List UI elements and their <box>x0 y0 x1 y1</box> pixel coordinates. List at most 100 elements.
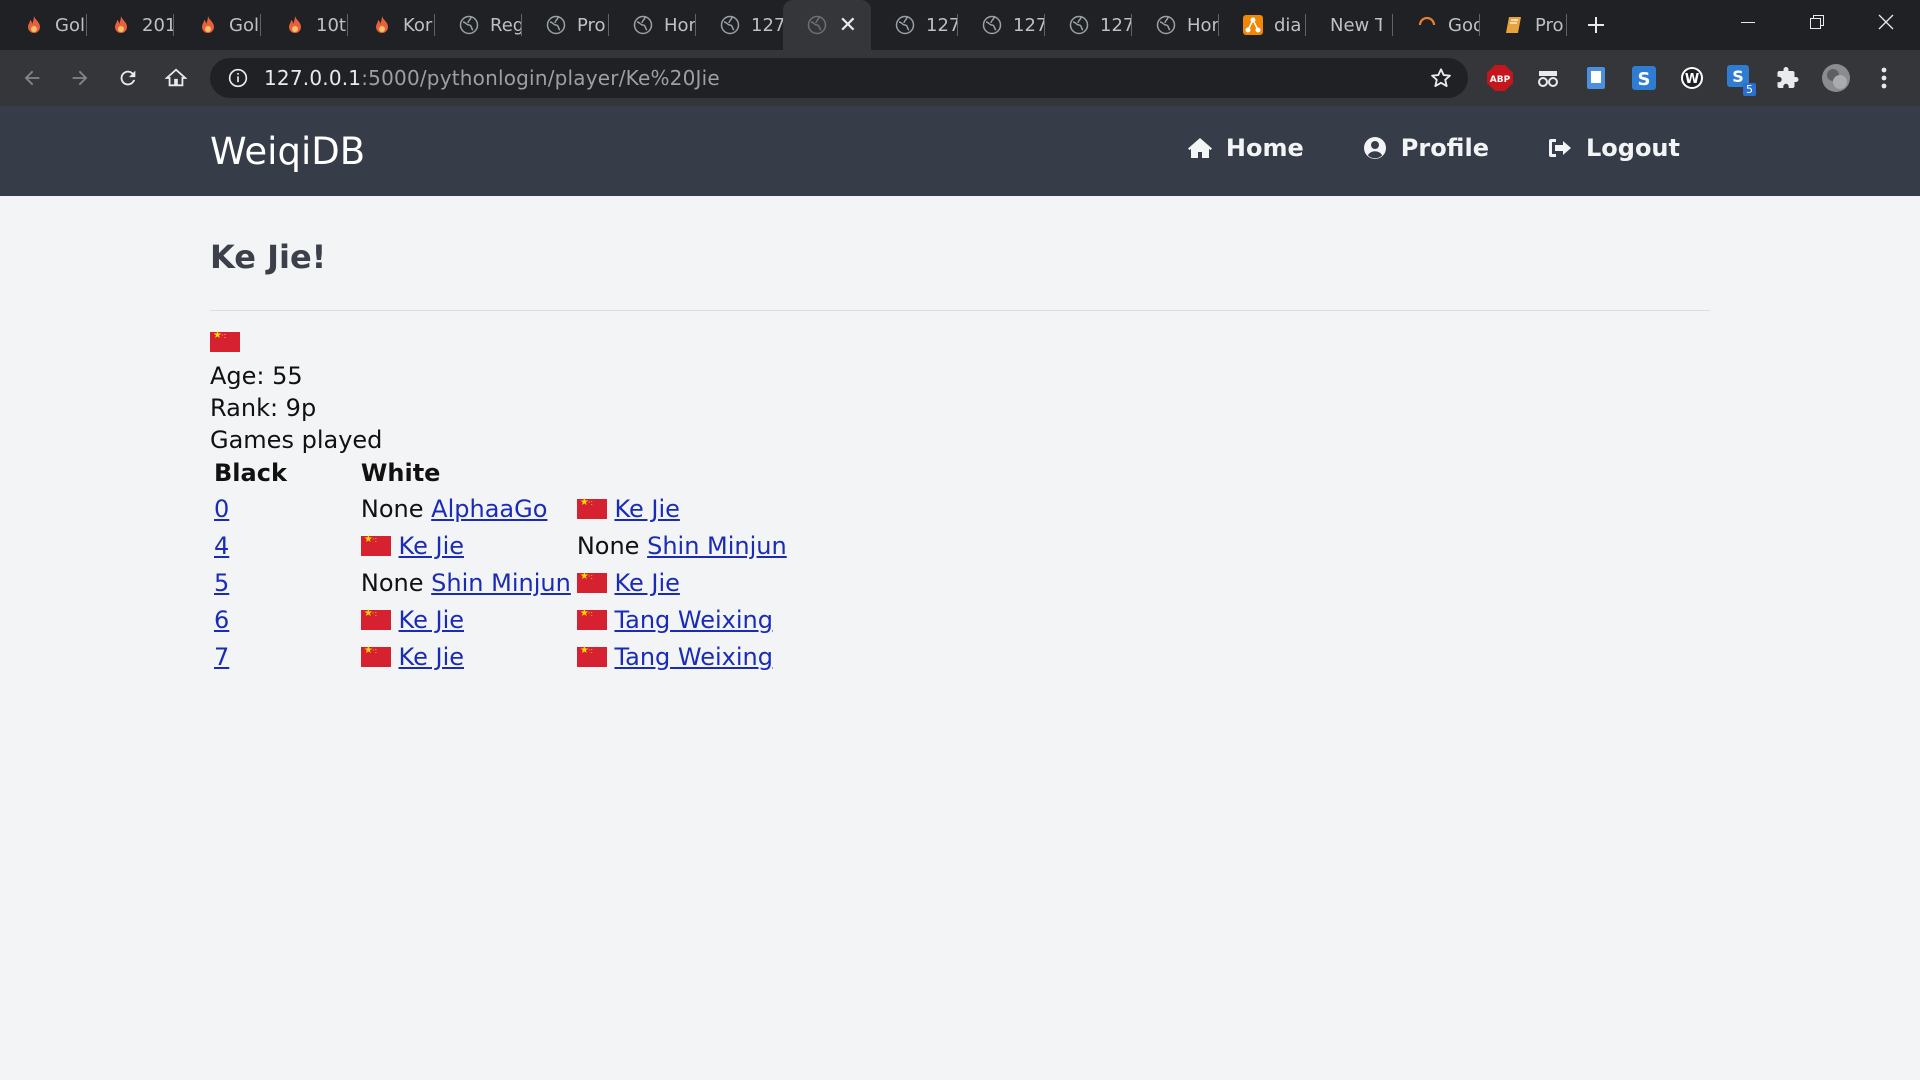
globe-icon <box>1156 15 1176 35</box>
forward-button[interactable] <box>56 54 104 102</box>
globe-icon <box>1069 15 1089 35</box>
site-info-icon[interactable] <box>226 68 250 88</box>
tab-label: 201 <box>142 14 174 36</box>
close-window-button[interactable] <box>1851 0 1920 44</box>
browser-tab[interactable]: 127 <box>696 0 783 50</box>
new-tab-button[interactable] <box>1573 0 1619 50</box>
browser-menu-icon[interactable] <box>1866 60 1902 96</box>
minimize-icon <box>1740 22 1755 23</box>
svg-text:S: S <box>1638 69 1651 90</box>
game-id-link[interactable]: 5 <box>214 569 229 597</box>
game-id-link[interactable]: 0 <box>214 495 229 523</box>
user-circle-icon <box>1362 135 1388 161</box>
game-id-link[interactable]: 6 <box>214 606 229 634</box>
svg-text:S: S <box>1732 67 1744 86</box>
tab-label: Pro <box>577 14 606 36</box>
svg-text:W: W <box>1685 72 1699 87</box>
browser-tab[interactable]: Kor <box>348 0 435 50</box>
column-header-black: Black <box>214 459 287 487</box>
browser-tab[interactable]: Hor <box>609 0 696 50</box>
address-bar[interactable]: 127.0.0.1:5000/pythonlogin/player/Ke%20J… <box>210 58 1468 98</box>
white-player-link[interactable]: Shin Minjun <box>647 532 787 560</box>
white-player-link[interactable]: Tang Weixing <box>614 643 773 671</box>
fire-icon <box>372 15 392 35</box>
black-player-link[interactable]: Ke Jie <box>399 532 464 560</box>
browser-tab-strip: Gol 201 Gol 10th Kor Reg Pro Hor 127 ✕ 127 127 127 Ho… <box>0 0 1920 50</box>
player-info: Age: 55 Rank: 9p Games played <box>210 330 382 456</box>
tab-label: Hor <box>1187 14 1219 36</box>
fire-icon <box>111 15 131 35</box>
browser-tab[interactable]: 201 <box>87 0 174 50</box>
puzzle-extensions-icon[interactable] <box>1770 60 1806 96</box>
site-brand[interactable]: WeiqiDB <box>210 130 365 173</box>
black-player-link[interactable]: Ke Jie <box>399 606 464 634</box>
browser-tab[interactable]: Gol <box>174 0 261 50</box>
browser-tab[interactable]: New Tab <box>1306 0 1393 50</box>
white-player-link[interactable]: Ke Jie <box>614 569 679 597</box>
browser-tab[interactable]: dia <box>1219 0 1306 50</box>
book-icon <box>1504 15 1524 35</box>
table-row: 5 None Shin Minjun Ke Jie <box>214 564 789 601</box>
web-page: WeiqiDB Home Profile Logout Ke Jie! ★ ·:… <box>0 106 1920 1080</box>
nav-logout-label: Logout <box>1585 134 1680 162</box>
game-id-link[interactable]: 4 <box>214 532 229 560</box>
page-title: Ke Jie! <box>210 238 327 276</box>
svg-text:ABP: ABP <box>1490 75 1511 85</box>
browser-tab[interactable]: Pro <box>1480 0 1567 50</box>
home-button[interactable] <box>152 54 200 102</box>
browser-tab[interactable]: Gol <box>0 0 87 50</box>
globe-icon <box>546 15 566 35</box>
table-row: 0 None AlphaaGo Ke Jie <box>214 490 789 527</box>
loading-icon <box>1417 15 1437 35</box>
tab-label: dia <box>1274 14 1302 36</box>
reload-icon <box>120 70 136 86</box>
restore-icon <box>1809 15 1824 29</box>
reload-button[interactable] <box>104 54 152 102</box>
globe-icon <box>982 15 1002 35</box>
profile-avatar[interactable] <box>1818 60 1854 96</box>
tab-active[interactable]: ✕ <box>783 0 871 50</box>
fire-icon <box>198 15 218 35</box>
browser-tab[interactable]: Reg <box>435 0 522 50</box>
white-player-link[interactable]: Tang Weixing <box>614 606 773 634</box>
white-player-link[interactable]: Ke Jie <box>614 495 679 523</box>
game-id-link[interactable]: 7 <box>214 643 229 671</box>
browser-tab[interactable]: 127 <box>1045 0 1132 50</box>
arrow-left-icon <box>24 70 40 86</box>
china-flag-icon <box>576 609 607 630</box>
browser-tab[interactable]: 127 <box>958 0 1045 50</box>
browser-tab[interactable]: Hor <box>1132 0 1219 50</box>
black-player-link[interactable]: Ke Jie <box>399 643 464 671</box>
browser-tab[interactable]: Goo <box>1393 0 1480 50</box>
tab-close-icon[interactable]: ✕ <box>839 13 857 38</box>
column-header-empty <box>577 456 789 490</box>
tab-label: New Tab <box>1330 14 1382 36</box>
browser-tab[interactable]: 127 <box>871 0 958 50</box>
reader-extension-icon[interactable] <box>1578 60 1614 96</box>
tab-label: Gol <box>55 14 85 36</box>
adblock-extension-icon[interactable]: ABP <box>1482 60 1518 96</box>
incognito-extension-icon[interactable] <box>1530 60 1566 96</box>
tab-label: Hor <box>664 14 696 36</box>
browser-toolbar: 127.0.0.1:5000/pythonlogin/player/Ke%20J… <box>0 50 1920 106</box>
w-extension-icon[interactable]: W <box>1674 60 1710 96</box>
restore-button[interactable] <box>1782 0 1851 44</box>
url-text: 127.0.0.1:5000/pythonlogin/player/Ke%20J… <box>264 66 720 90</box>
browser-tab[interactable]: Pro <box>522 0 609 50</box>
minimize-button[interactable] <box>1713 0 1782 44</box>
badge-extension-icon[interactable]: S 5 <box>1722 60 1758 96</box>
broken-image-icon: None <box>360 494 424 523</box>
nav-home-link[interactable]: Home <box>1187 134 1304 162</box>
china-flag-icon <box>576 498 607 519</box>
s-extension-icon[interactable]: S <box>1626 60 1662 96</box>
black-player-link[interactable]: Shin Minjun <box>431 569 571 597</box>
black-player-link[interactable]: AlphaaGo <box>431 495 547 523</box>
browser-tab[interactable]: 10th <box>261 0 348 50</box>
nav-profile-link[interactable]: Profile <box>1362 134 1489 162</box>
back-button[interactable] <box>8 54 56 102</box>
fire-icon <box>24 15 44 35</box>
nav-home-label: Home <box>1225 134 1304 162</box>
fire-icon <box>285 15 305 35</box>
nav-logout-link[interactable]: Logout <box>1547 134 1680 162</box>
bookmark-star-icon[interactable] <box>1430 67 1452 93</box>
